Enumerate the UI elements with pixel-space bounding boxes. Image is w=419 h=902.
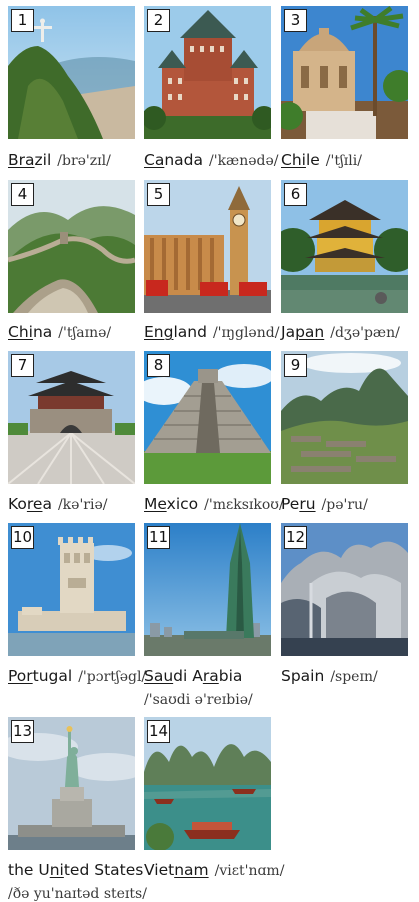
country-name: Chile [281, 151, 320, 169]
pronunciation: /speɪn/ [330, 669, 378, 685]
number-badge: 5 [147, 183, 170, 206]
number-badge: 3 [284, 9, 307, 32]
country-caption: Mexico /'mɛksɪkoʊ/ [144, 494, 284, 515]
pronunciation: /kə'riə/ [57, 497, 108, 513]
pronunciation: /viɛt'nɑm/ [214, 863, 285, 879]
pronunciation: /'tʃaɪnə/ [58, 325, 112, 341]
country-caption: Saudi Arabia /'saʊdi ə'reɪbiə/ [144, 666, 253, 710]
number-badge: 12 [284, 526, 307, 549]
country-caption: Canada /'kænədə/ [144, 150, 278, 171]
number-badge: 11 [147, 526, 170, 549]
country-caption: Japan/dʒə'pæn/ [281, 322, 400, 343]
number-badge: 14 [147, 720, 170, 743]
country-name: the United States [8, 861, 144, 879]
number-badge: 1 [11, 9, 34, 32]
country-caption: Brazil/brə'zɪl/ [8, 150, 111, 171]
country-name: Brazil [8, 151, 52, 169]
country-caption: England /'ɪŋglənd/ [144, 322, 279, 343]
number-badge: 10 [11, 526, 34, 549]
country-name: Saudi Arabia [144, 667, 243, 685]
country-caption: Korea/kə'riə/ [8, 494, 107, 515]
country-name: Portugal [8, 667, 73, 685]
country-caption: the United States/ðə yu'naɪtəd steɪts/ [8, 860, 147, 902]
country-name: Peru [281, 495, 316, 513]
pronunciation: /brə'zɪl/ [57, 153, 111, 169]
number-badge: 4 [11, 183, 34, 206]
country-name: England [144, 323, 207, 341]
pronunciation: /dʒə'pæn/ [330, 325, 400, 341]
country-caption: Portugal /'pɔrtʃəgl/ [8, 666, 146, 687]
pronunciation: /'tʃɪli/ [325, 153, 362, 169]
number-badge: 2 [147, 9, 170, 32]
pronunciation: /'pɔrtʃəgl/ [78, 669, 147, 685]
number-badge: 8 [147, 354, 170, 377]
pronunciation: /pə'ru/ [321, 497, 368, 513]
number-badge: 6 [284, 183, 307, 206]
number-badge: 7 [11, 354, 34, 377]
country-caption: Spain/speɪn/ [281, 666, 378, 687]
country-name: China [8, 323, 53, 341]
pronunciation: /'kænədə/ [209, 153, 279, 169]
country-name: Japan [281, 323, 325, 341]
country-name: Mexico [144, 495, 199, 513]
pronunciation: /ðə yu'naɪtəd steɪts/ [8, 886, 147, 902]
number-badge: 13 [11, 720, 34, 743]
country-name: Canada [144, 151, 203, 169]
country-name: Korea [8, 495, 52, 513]
country-caption: Chile /'tʃɪli/ [281, 150, 362, 171]
country-name: Vietnam [144, 861, 209, 879]
country-name: Spain [281, 667, 325, 685]
number-badge: 9 [284, 354, 307, 377]
country-caption: Peru/pə'ru/ [281, 494, 368, 515]
pronunciation: /'saʊdi ə'reɪbiə/ [144, 692, 253, 708]
country-caption: China /'tʃaɪnə/ [8, 322, 111, 343]
country-caption: Vietnam/viɛt'nɑm/ [144, 860, 284, 881]
pronunciation: /'mɛksɪkoʊ/ [204, 497, 284, 513]
pronunciation: /'ɪŋglənd/ [212, 325, 280, 341]
